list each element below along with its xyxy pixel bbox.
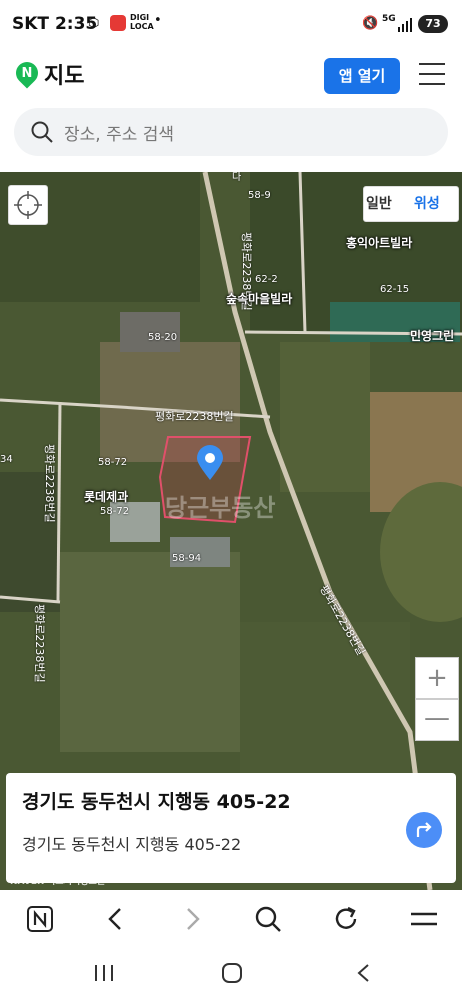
road-name-label: 평화로2238번길 xyxy=(43,444,56,523)
forward-icon[interactable] xyxy=(176,903,208,935)
zoom-in-button[interactable]: + xyxy=(415,657,459,699)
page-title: 지도 xyxy=(44,64,85,89)
road-name-label: 평화로2238번길 xyxy=(33,604,46,683)
road-label: 58-72 xyxy=(98,457,128,468)
mute-icon: 🔇 xyxy=(362,16,379,31)
menu-icon[interactable] xyxy=(408,903,440,935)
directions-button[interactable] xyxy=(406,812,442,848)
naver-home-icon[interactable] xyxy=(24,903,56,935)
system-back-icon[interactable] xyxy=(352,962,376,984)
browser-toolbar xyxy=(0,890,462,948)
map-scale: 30m xyxy=(390,872,411,882)
watermark: 당근부동산 xyxy=(165,494,276,522)
map-type-satellite-button[interactable]: 위성 xyxy=(414,193,440,213)
road-label: 62-15 xyxy=(380,284,410,295)
app-badge: DIGI LOCA xyxy=(130,13,154,31)
place-label[interactable]: 홍익아트빌라 xyxy=(346,234,412,251)
signal-icon xyxy=(398,17,412,32)
network-label: 5G xyxy=(382,14,396,24)
search-icon[interactable] xyxy=(30,120,54,144)
road-label: 58-20 xyxy=(148,332,178,343)
address-title: 경기도 동두천시 지행동 405-22 xyxy=(22,791,291,813)
road-label: 58-9 xyxy=(248,190,271,201)
map-provider-logo: NAVER 국토지리정보원 xyxy=(10,877,106,887)
place-label[interactable]: 롯데제과 xyxy=(84,488,128,505)
road-label: 34 xyxy=(0,454,13,465)
crosshair-icon xyxy=(14,191,42,219)
search-input[interactable]: 장소, 주소 검색 xyxy=(64,120,174,145)
hamburger-menu-icon[interactable] xyxy=(419,63,445,87)
current-location-button[interactable] xyxy=(8,185,48,225)
search-icon[interactable] xyxy=(252,903,284,935)
address-subtitle: 경기도 동두천시 지행동 405-22 xyxy=(22,835,242,854)
road-label: 58-72 xyxy=(100,506,130,517)
place-label[interactable]: 숲속마을빌라 xyxy=(226,290,292,307)
battery-icon: 73 xyxy=(418,15,448,33)
location-pin-icon[interactable] xyxy=(196,445,224,481)
open-app-button[interactable]: 앱 열기 xyxy=(324,58,400,94)
place-label[interactable]: 민영그린 xyxy=(410,327,454,344)
refresh-icon[interactable] xyxy=(330,903,362,935)
logo-letter: N xyxy=(21,66,33,81)
road-name-label: 평화로2238번길 xyxy=(155,410,234,423)
map-type-normal-button[interactable]: 일반 xyxy=(366,193,392,213)
zoom-out-button[interactable]: — xyxy=(415,699,459,741)
cube-icon: ⬡ xyxy=(88,16,100,31)
recent-apps-icon[interactable] xyxy=(92,962,116,984)
app-icon xyxy=(110,15,126,31)
road-label: 58-94 xyxy=(172,553,202,564)
back-icon[interactable] xyxy=(100,903,132,935)
road-label: 62-2 xyxy=(255,274,278,285)
home-icon[interactable] xyxy=(220,962,244,984)
directions-arrow-icon xyxy=(416,822,432,837)
status-time: SKT 2:35 xyxy=(12,14,98,34)
road-label: 다 xyxy=(232,172,242,183)
dot-icon: • xyxy=(154,13,162,28)
